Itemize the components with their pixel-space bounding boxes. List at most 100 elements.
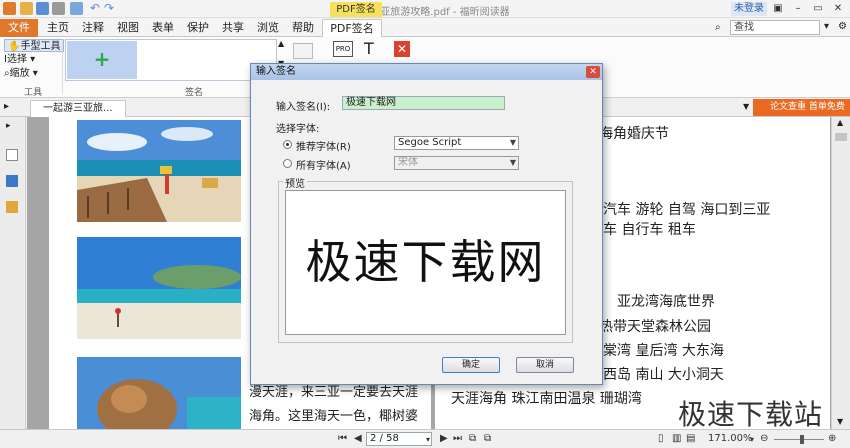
preview-group: 预览 极速下载网 [278, 175, 573, 343]
next-view-icon[interactable]: ⧉ [484, 432, 491, 446]
search-input[interactable]: 查找 [730, 20, 820, 35]
zoom-slider-handle[interactable] [800, 435, 804, 444]
font-section-label: 选择字体: [276, 124, 320, 135]
text-sign-icon[interactable]: T [364, 39, 374, 58]
zoom-in-icon[interactable]: ⊕ [828, 432, 836, 446]
dialog-title: 输入签名 [256, 66, 296, 77]
signature-input[interactable]: 极速下载网 [342, 96, 505, 110]
comments-panel-icon[interactable] [6, 201, 18, 213]
tools-group-label: 工具 [24, 88, 43, 98]
zoom-slider-track[interactable] [774, 439, 824, 440]
document-tab[interactable]: 一起游三亚旅... [30, 100, 126, 117]
hand-icon: ✋ [8, 41, 21, 52]
cancel-button[interactable]: 取消 [516, 357, 574, 373]
minimize-button[interactable]: – [790, 1, 806, 16]
hand-tool-label: 手型工具 [20, 41, 61, 52]
all-fonts-radio[interactable] [283, 159, 292, 168]
next-page-icon[interactable]: ▶ [440, 432, 448, 446]
preview-label: 预览 [283, 175, 307, 190]
body-text-line: 海角。这里海天一色，椰树婆 [249, 409, 419, 424]
toc-line: 棠湾 皇后湾 大东海 [603, 343, 724, 359]
hand-tool-button[interactable]: ✋手型工具 [4, 39, 65, 52]
zoom-out-icon[interactable]: ⊖ [760, 432, 768, 446]
continuous-icon[interactable]: ▥ [672, 432, 681, 446]
prev-view-icon[interactable]: ⧉ [469, 432, 476, 446]
first-page-icon[interactable]: ⏮ [338, 432, 347, 446]
signature-input-label: 输入签名(I): [276, 102, 331, 113]
promo-banner[interactable]: 论文查重 首单免费 [753, 99, 850, 116]
tab-home[interactable]: 主页 [43, 19, 73, 37]
recommended-font-radio[interactable] [283, 140, 292, 149]
collapse-sidebar-icon[interactable]: ▸ [6, 121, 18, 133]
tab-browse[interactable]: 浏览 [253, 19, 283, 37]
window-title: 一起游三亚旅游攻略.pdf - 福昕阅读器 [340, 7, 510, 18]
tab-form[interactable]: 表单 [148, 19, 178, 37]
recommended-font-select[interactable]: Segoe Script ▼ [394, 136, 519, 150]
tab-list-icon[interactable]: ▼ [743, 102, 749, 111]
tabs-menu-icon[interactable]: ▸ [4, 101, 9, 112]
signature-preview: 极速下载网 [285, 190, 566, 335]
tab-view[interactable]: 视图 [113, 19, 143, 37]
bookmarks-panel-icon[interactable] [6, 175, 18, 187]
title-bar: ↶ ↷ 一起游三亚旅游攻略.pdf - 福昕阅读器 PDF签名 未登录 ▣ – … [0, 0, 850, 18]
signature-gallery: + [65, 39, 277, 81]
login-link[interactable]: 未登录 [731, 2, 767, 16]
scroll-down-icon[interactable]: ▼ [837, 417, 843, 426]
gallery-scroll-up[interactable]: ▲ [278, 39, 284, 48]
chevron-down-icon: ▼ [509, 138, 516, 147]
tab-protect[interactable]: 保护 [183, 19, 213, 37]
tab-pdf-sign[interactable]: PDF签名 [322, 19, 382, 37]
dialog-title-bar: 输入签名 ✕ [251, 64, 602, 80]
facing-icon[interactable]: ▤ [686, 432, 695, 446]
toc-line: 亚龙湾海底世界 [617, 294, 715, 310]
zoom-dropdown-icon[interactable]: ▾ [750, 433, 754, 447]
photo-rock-coast [77, 357, 241, 429]
vertical-scrollbar[interactable]: ▲ ▼ [831, 117, 850, 429]
tab-share[interactable]: 共享 [218, 19, 248, 37]
select-label: 选择 [6, 54, 27, 65]
maximize-button[interactable]: ▭ [810, 1, 826, 16]
search-options-icon[interactable]: ▾ [824, 21, 829, 32]
input-signature-dialog: 输入签名 ✕ 输入签名(I): 极速下载网 选择字体: 推荐字体(R) Sego… [250, 63, 603, 385]
toc-line: 天涯海角 珠江南田温泉 珊瑚湾 [451, 391, 642, 407]
settings-icon[interactable]: ⚙ [838, 21, 847, 32]
ok-button[interactable]: 确定 [442, 357, 500, 373]
all-fonts-value: 宋体 [398, 157, 418, 168]
search-icon: ⌕ [715, 22, 721, 33]
scroll-thumb[interactable] [835, 133, 847, 141]
prev-page-icon[interactable]: ◀ [354, 432, 362, 446]
skin-icon[interactable]: ▣ [770, 1, 786, 16]
promo-label: 论文查重 首单免费 [770, 102, 845, 112]
toc-line: 海角婚庆节 [599, 126, 669, 142]
watermark: 极速下载站 [678, 398, 824, 431]
toc-line: 车 自行车 租车 [603, 222, 696, 238]
page-dropdown-icon[interactable]: ▾ [426, 433, 430, 447]
pro-sign-icon[interactable]: PRO [333, 41, 353, 57]
dialog-close-button[interactable]: ✕ [586, 66, 600, 78]
all-fonts-label: 所有字体(A) [296, 161, 351, 172]
last-page-icon[interactable]: ⏭ [453, 432, 462, 446]
tab-comment[interactable]: 注释 [78, 19, 108, 37]
scroll-up-icon[interactable]: ▲ [837, 118, 843, 127]
toc-line: 汽车 游轮 自驾 海口到三亚 [603, 202, 771, 218]
all-fonts-select[interactable]: 宋体 ▼ [394, 156, 519, 170]
add-signature-button[interactable]: + [67, 41, 137, 79]
toc-line: 西岛 南山 大小洞天 [603, 367, 724, 383]
photo-beach-shore [77, 237, 241, 339]
select-button[interactable]: Ⅰ选择 ▾ [4, 53, 35, 66]
single-page-icon[interactable]: ▯ [658, 432, 664, 446]
pages-panel-icon[interactable] [6, 149, 18, 161]
photo-boardwalk-beach [77, 120, 241, 222]
sign-document-icon[interactable] [293, 43, 313, 59]
zoom-button[interactable]: ⌕缩放 ▾ [4, 67, 38, 80]
tab-help[interactable]: 帮助 [288, 19, 318, 37]
close-window-button[interactable]: ✕ [830, 1, 846, 16]
sign-group-label: 签名 [185, 88, 204, 98]
left-sidebar: ▸ [0, 117, 26, 429]
close-sign-icon[interactable]: ✕ [394, 41, 410, 57]
page-number-input[interactable]: 2 / 58 [366, 432, 432, 446]
zoom-level[interactable]: 171.00% [708, 432, 753, 446]
chevron-down-icon: ▼ [509, 158, 516, 167]
tab-file[interactable]: 文件 [0, 19, 38, 37]
zoom-label: 缩放 [9, 68, 30, 79]
